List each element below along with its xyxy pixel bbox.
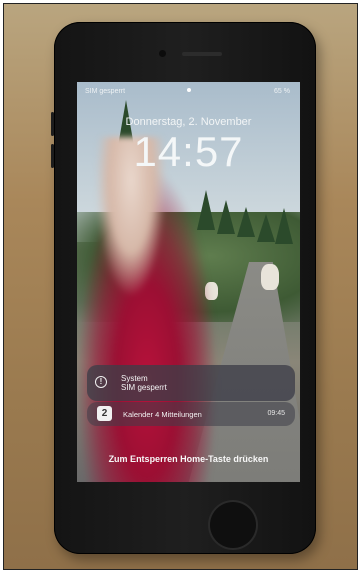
lock-screen: SIM gesperrt 65 % Donnerstag, 2. Novembe… bbox=[77, 82, 300, 482]
notification-time: 09:45 bbox=[267, 410, 285, 417]
battery-status: 65 % bbox=[274, 88, 290, 95]
calendar-icon: 2 bbox=[97, 406, 112, 421]
carrier-status: SIM gesperrt bbox=[85, 88, 126, 95]
home-button[interactable] bbox=[210, 502, 256, 548]
unlock-hint: Zum Entsperren Home-Taste drücken bbox=[108, 454, 269, 464]
lock-date: Donnerstag, 2. November bbox=[125, 116, 252, 128]
notification-calendar[interactable]: 2 Kalender 4 Mitteilungen 09:45 bbox=[87, 402, 295, 426]
wallpaper-tree bbox=[275, 208, 293, 244]
blurred-person bbox=[77, 137, 227, 482]
photo: SIM gesperrt 65 % Donnerstag, 2. Novembe… bbox=[3, 3, 358, 570]
info-icon: ! bbox=[95, 376, 107, 388]
front-camera bbox=[159, 50, 166, 57]
wallpaper-tree bbox=[257, 214, 275, 242]
status-indicator-dot bbox=[187, 88, 191, 92]
notification-system[interactable]: ! System SIM gesperrt bbox=[87, 365, 295, 401]
volume-down-button[interactable] bbox=[51, 144, 54, 168]
volume-up-button[interactable] bbox=[51, 112, 54, 136]
wallpaper-tree bbox=[237, 207, 255, 237]
notification-message: SIM gesperrt bbox=[121, 383, 167, 392]
wallpaper-sheep bbox=[261, 264, 279, 290]
notification-app: System bbox=[121, 374, 148, 383]
lock-clock: 14:57 bbox=[133, 128, 244, 175]
notification-message: Kalender 4 Mitteilungen bbox=[123, 410, 202, 419]
earpiece-speaker bbox=[182, 52, 222, 56]
